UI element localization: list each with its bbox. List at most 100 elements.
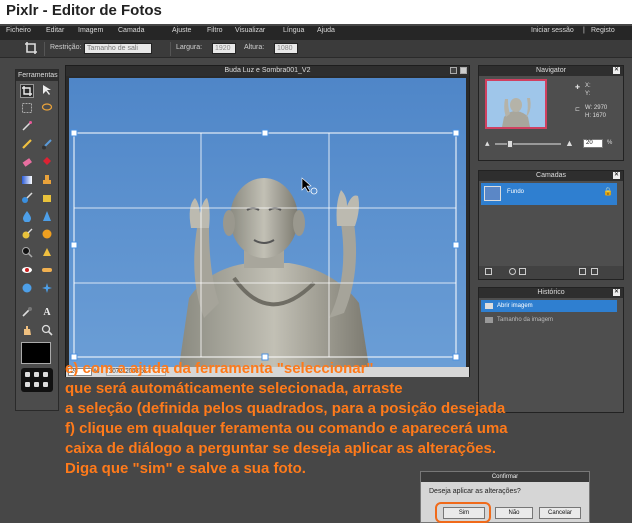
drawing-tool-icon[interactable] [40,192,54,206]
view-dot [34,372,39,377]
menu-ajuda[interactable]: Ajuda [317,27,335,34]
history-title: Histórico [537,289,565,296]
login-link[interactable]: Iniciar sessão [531,27,574,34]
menu-ajuste[interactable]: Ajuste [172,27,191,34]
menu-editar[interactable]: Editar [46,27,64,34]
tools-panel-title: Ferramentas [16,70,58,81]
sponge-tool-icon[interactable] [40,228,54,242]
history-item-tamanho[interactable]: Tamanho da imagem [481,314,617,326]
buddha-photo [69,78,466,367]
zoom-tool-icon[interactable] [40,324,54,338]
layer-settings-icon[interactable] [485,268,492,275]
view-dot [43,382,48,387]
menu-lingua[interactable]: Língua [283,27,304,34]
history-step-icon [485,317,493,323]
instruction-line: Diga que "sim" e salve a sua foto. [65,460,306,477]
toolbar-divider [44,42,45,56]
instruction-line: que será automáticamente selecionada, ar… [65,380,403,397]
delete-layer-icon[interactable] [591,268,598,275]
eraser-tool-icon[interactable] [20,156,34,170]
color-replace-tool-icon[interactable] [20,192,34,206]
zoom-slider-handle[interactable] [507,140,513,148]
marquee-tool-icon[interactable] [20,102,34,116]
history-item-abrir-imagem[interactable]: Abrir imagem [481,300,617,312]
layer-mask-icon[interactable] [509,268,516,275]
dialog-message: Deseja aplicar as alterações? [429,488,521,495]
crop-tool-button[interactable] [20,84,34,98]
cancel-button[interactable]: Cancelar [539,507,581,519]
burn-tool-icon[interactable] [40,246,54,260]
history-panel: Histórico ✕ Abrir imagem Tamanho da imag… [478,287,624,413]
zoom-in-icon[interactable]: ▲ [565,138,574,148]
history-item-label: Tamanho da imagem [497,317,554,323]
dodge-tool-icon[interactable] [20,246,34,260]
sharpen-tool-icon[interactable] [40,210,54,224]
instruction-line: a seleção (definida pelos quadrados, par… [65,400,506,417]
wand-tool-icon[interactable] [20,120,34,134]
close-icon[interactable]: ✕ [613,289,620,296]
layers-footer [479,266,623,279]
bloat-tool-icon[interactable] [20,282,34,296]
layers-panel: Camadas ✕ Fundo 🔒 [478,170,624,280]
register-link[interactable]: Registo [591,27,615,34]
cursor-crosshair-icon: ✚ [575,85,581,91]
menu-camada[interactable]: Camada [118,27,144,34]
view-dot [25,382,30,387]
pencil-tool-icon[interactable] [20,138,34,152]
image-canvas[interactable] [69,78,466,367]
nav-y-label: Y: [585,91,591,97]
navigator-thumbnail[interactable] [485,79,547,129]
blur-tool-icon[interactable] [20,210,34,224]
menu-separator: | [583,27,585,34]
page-title: Pixlr - Editor de Fotos [6,2,162,19]
width-label: Largura: [176,44,203,51]
no-button[interactable]: Não [495,507,533,519]
red-eye-tool-icon[interactable] [20,264,34,278]
zoom-slider-track[interactable] [495,143,561,145]
menu-visualizar[interactable]: Visualizar [235,27,265,34]
view-mode-grid[interactable] [21,368,53,392]
yes-button-highlight [435,502,491,523]
smudge-tool-icon[interactable] [20,228,34,242]
view-dot [43,372,48,377]
menu-filtro[interactable]: Filtro [207,27,223,34]
menu-ficheiro[interactable]: Ficheiro [6,27,31,34]
hand-tool-icon[interactable] [20,324,34,338]
history-step-icon [485,303,493,309]
dialog-title: Confirmar [421,472,589,482]
stamp-tool-icon[interactable] [40,174,54,188]
zoom-out-icon[interactable]: ▴ [485,138,490,149]
nav-x-label: X: [585,83,591,89]
nav-height: H: 1670 [585,113,607,119]
nav-zoom-input[interactable]: 20 [583,139,603,148]
restriction-label: Restrição: [50,44,82,51]
gradient-tool-icon[interactable] [20,174,34,188]
navigator-panel: Navigator ✕ ✚ X: Y: ⊏ W: 2970 H: 1670 ▴ … [478,65,624,161]
foreground-color-swatch[interactable] [21,342,51,364]
layer-style-icon[interactable] [519,268,526,275]
color-picker-tool-icon[interactable] [20,306,34,320]
restriction-select[interactable]: Tamanho de sali [84,43,152,54]
nav-zoom-unit: % [607,140,613,146]
close-window-icon[interactable] [460,67,467,74]
width-input[interactable]: 1920 [212,43,236,54]
menubar: Ficheiro Editar Imagem Camada Ajuste Fil… [0,26,632,40]
history-titlebar: Histórico ✕ [479,288,623,298]
height-input[interactable]: 1080 [274,43,298,54]
menu-imagem[interactable]: Imagem [78,27,103,34]
close-icon[interactable]: ✕ [613,67,620,74]
spot-heal-tool-icon[interactable] [40,264,54,278]
layer-row-fundo[interactable]: Fundo 🔒 [481,183,617,205]
text-tool-icon[interactable]: A [40,306,54,320]
image-window-titlebar[interactable]: Buda Luz e Sombra001_V2 [66,66,469,76]
instruction-line: f) clique em qualquer feramenta ou coman… [65,420,508,437]
lock-icon[interactable]: 🔒 [603,187,613,196]
new-layer-icon[interactable] [579,268,586,275]
pinch-tool-icon[interactable] [40,282,54,296]
move-tool-icon[interactable] [40,84,54,98]
close-icon[interactable]: ✕ [613,172,620,179]
brush-tool-icon[interactable] [40,138,54,152]
maximize-icon[interactable] [450,67,457,74]
lasso-tool-icon[interactable] [40,102,54,116]
bucket-tool-icon[interactable] [40,156,54,170]
